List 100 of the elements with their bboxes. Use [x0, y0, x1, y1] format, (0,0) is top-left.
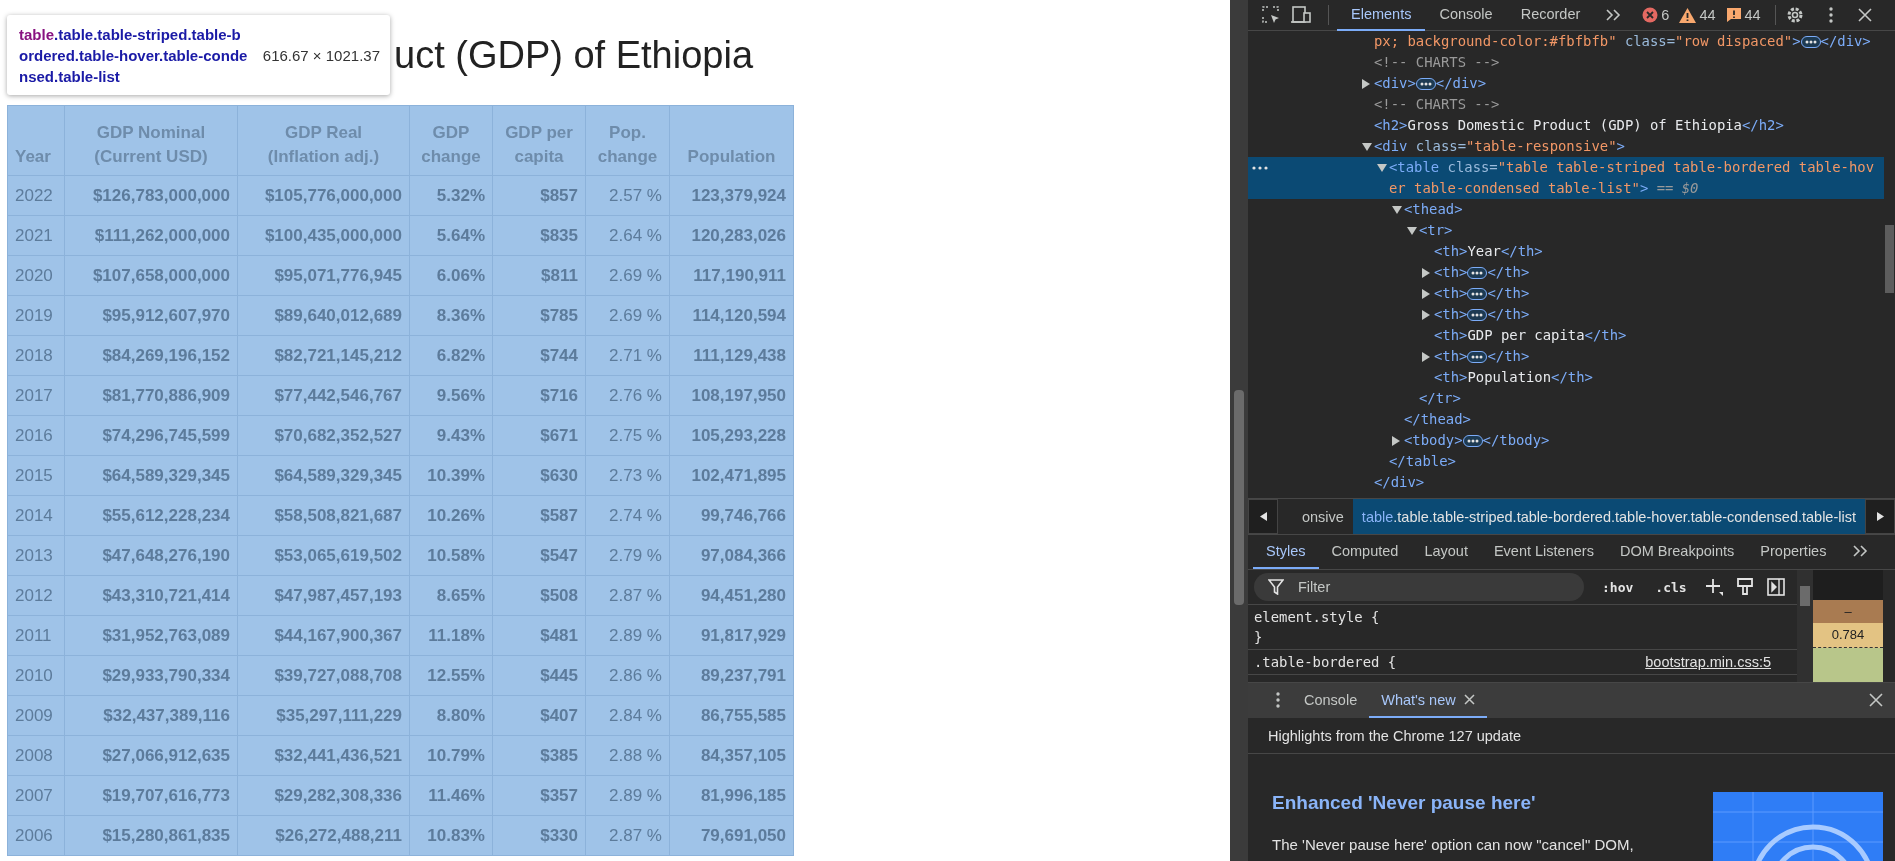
- collapsed-triangle-icon[interactable]: [1362, 78, 1370, 89]
- dom-node[interactable]: <table class="table table-striped table-bordered table-hover table-condensed table-list"> == $0: [1248, 157, 1884, 199]
- collapsed-triangle-icon[interactable]: [1422, 351, 1430, 362]
- ellipsis-badge-icon[interactable]: [1415, 77, 1436, 91]
- panel-tab[interactable]: Styles: [1253, 535, 1319, 569]
- dom-node[interactable]: <!-- CHARTS -->: [1248, 52, 1884, 73]
- collapsed-triangle-icon[interactable]: [1422, 309, 1430, 320]
- dom-node[interactable]: <tbody> </tbody>: [1248, 430, 1884, 451]
- breadcrumb[interactable]: onsive: [1292, 499, 1353, 534]
- expanded-triangle-icon[interactable]: [1407, 226, 1417, 235]
- ellipsis-badge-icon[interactable]: [1462, 434, 1483, 448]
- issue-count[interactable]: 44: [1725, 7, 1761, 23]
- caret-left-icon[interactable]: [1259, 512, 1267, 521]
- caret-right-icon[interactable]: [1876, 512, 1884, 521]
- panel-tab[interactable]: Event Listeners: [1480, 535, 1607, 569]
- device-toolbar-icon[interactable]: [1290, 4, 1312, 26]
- table-cell: 2006: [7, 815, 65, 856]
- table-cell: $53,065,619,502: [237, 535, 410, 576]
- drawer-tab[interactable]: Console: [1292, 683, 1370, 718]
- menu-icon[interactable]: [1276, 691, 1280, 708]
- devtools-tab[interactable]: Console: [1425, 0, 1507, 31]
- table-cell: $77,442,546,767: [237, 375, 410, 416]
- collapsed-triangle-icon[interactable]: [1422, 267, 1430, 278]
- expanded-triangle-icon[interactable]: [1377, 163, 1387, 172]
- dom-node[interactable]: <th>Population</th>: [1248, 367, 1884, 388]
- paint-brush-icon[interactable]: [1736, 578, 1753, 596]
- table-cell: $835: [492, 215, 586, 256]
- closing-tag[interactable]: </div>: [1248, 472, 1884, 493]
- dom-node[interactable]: px; background-color:#fbfbfb" class="row dispaced"> </div>: [1248, 31, 1884, 52]
- close-icon[interactable]: [1463, 694, 1475, 705]
- table-cell: 2018: [7, 335, 65, 376]
- table-cell: 11.18%: [409, 615, 493, 656]
- table-cell: 86,755,585: [669, 695, 794, 736]
- devtools-tab[interactable]: Elements: [1337, 0, 1426, 31]
- dom-node[interactable]: <th> </th>: [1248, 283, 1884, 304]
- column-header: GDP change: [409, 105, 493, 176]
- ellipsis-badge-icon[interactable]: [1467, 350, 1488, 364]
- toggle-button[interactable]: .cls: [1651, 579, 1691, 595]
- table-cell: 2015: [7, 455, 65, 496]
- scrollbar-thumb[interactable]: [1885, 225, 1894, 293]
- table-cell: 5.32%: [409, 175, 493, 216]
- closing-tag[interactable]: </tr>: [1248, 388, 1884, 409]
- close-icon[interactable]: [1869, 692, 1883, 707]
- scrollbar-thumb[interactable]: [1800, 586, 1810, 606]
- column-header: Pop. change: [585, 105, 670, 176]
- plus-icon[interactable]: [1704, 578, 1723, 596]
- closing-tag[interactable]: </thead>: [1248, 409, 1884, 430]
- ellipsis-badge-icon[interactable]: [1467, 308, 1488, 322]
- table-cell: $445: [492, 655, 586, 696]
- expanded-triangle-icon[interactable]: [1392, 205, 1402, 214]
- dom-node[interactable]: <th>GDP per capita</th>: [1248, 325, 1884, 346]
- table-cell: 10.26%: [409, 495, 493, 536]
- table-cell: 9.56%: [409, 375, 493, 416]
- source-link[interactable]: bootstrap.min.css:5: [1645, 652, 1771, 672]
- table-cell: $29,933,790,334: [64, 655, 238, 696]
- more-icon[interactable]: [1252, 166, 1268, 170]
- collapsed-triangle-icon[interactable]: [1422, 288, 1430, 299]
- dom-node[interactable]: <thead>: [1248, 199, 1884, 220]
- inspect-icon[interactable]: [1260, 4, 1282, 26]
- dom-node[interactable]: <div class="table-responsive">: [1248, 136, 1884, 157]
- scroll-left-button[interactable]: [1248, 499, 1278, 534]
- table-cell: 2012: [7, 575, 65, 616]
- dom-node[interactable]: <th> </th>: [1248, 346, 1884, 367]
- dom-node[interactable]: <th> </th>: [1248, 304, 1884, 325]
- devtools-tab[interactable]: Recorder: [1506, 0, 1595, 31]
- dom-node[interactable]: <tr>: [1248, 220, 1884, 241]
- table-cell: 2.57 %: [585, 175, 670, 216]
- dom-node[interactable]: <th>Year</th>: [1248, 241, 1884, 262]
- table-cell: 2022: [7, 175, 65, 216]
- panel-tab[interactable]: Layout: [1411, 535, 1481, 569]
- dom-node[interactable]: <!-- CHARTS -->: [1248, 94, 1884, 115]
- issue-count[interactable]: 44: [1679, 7, 1716, 23]
- drawer-tab[interactable]: What's new: [1369, 683, 1487, 718]
- table-cell: 10.79%: [409, 735, 493, 776]
- issue-count[interactable]: 6: [1642, 7, 1670, 23]
- dom-node[interactable]: <h2>Gross Domestic Product (GDP) of Ethiopia</h2>: [1248, 115, 1884, 136]
- table-cell: $716: [492, 375, 586, 416]
- closing-tag[interactable]: </table>: [1248, 451, 1884, 472]
- table-cell: 2.73 %: [585, 455, 670, 496]
- breadcrumb[interactable]: table.table.table-striped.table-bordered.table-hover.table-condensed.table-list: [1352, 499, 1865, 534]
- filter-field[interactable]: Filter: [1254, 573, 1584, 601]
- table-cell: $89,640,012,689: [237, 295, 410, 336]
- dom-node[interactable]: <th> </th>: [1248, 262, 1884, 283]
- expanded-triangle-icon[interactable]: [1362, 142, 1372, 151]
- ellipsis-badge-icon[interactable]: [1800, 35, 1821, 49]
- panel-tab[interactable]: Computed: [1318, 535, 1412, 569]
- scrollbar-thumb[interactable]: [1234, 390, 1244, 605]
- panel-tab[interactable]: DOM Breakpoints: [1606, 535, 1748, 569]
- article-text: The 'Never pause here' option can now "cancel" DOM,: [1272, 836, 1635, 853]
- more-tabs-icon[interactable]: [1852, 544, 1869, 558]
- toggle-button[interactable]: :hov: [1598, 579, 1638, 595]
- dom-node[interactable]: <div> </div>: [1248, 73, 1884, 94]
- ellipsis-badge-icon[interactable]: [1467, 266, 1488, 280]
- sidebar-toggle-icon[interactable]: [1766, 578, 1785, 596]
- table-cell: 2.74 %: [585, 495, 670, 536]
- table-cell: 99,746,766: [669, 495, 794, 536]
- collapsed-triangle-icon[interactable]: [1392, 435, 1400, 446]
- scroll-right-button[interactable]: [1865, 499, 1895, 534]
- panel-tab[interactable]: Properties: [1747, 535, 1840, 569]
- ellipsis-badge-icon[interactable]: [1467, 287, 1488, 301]
